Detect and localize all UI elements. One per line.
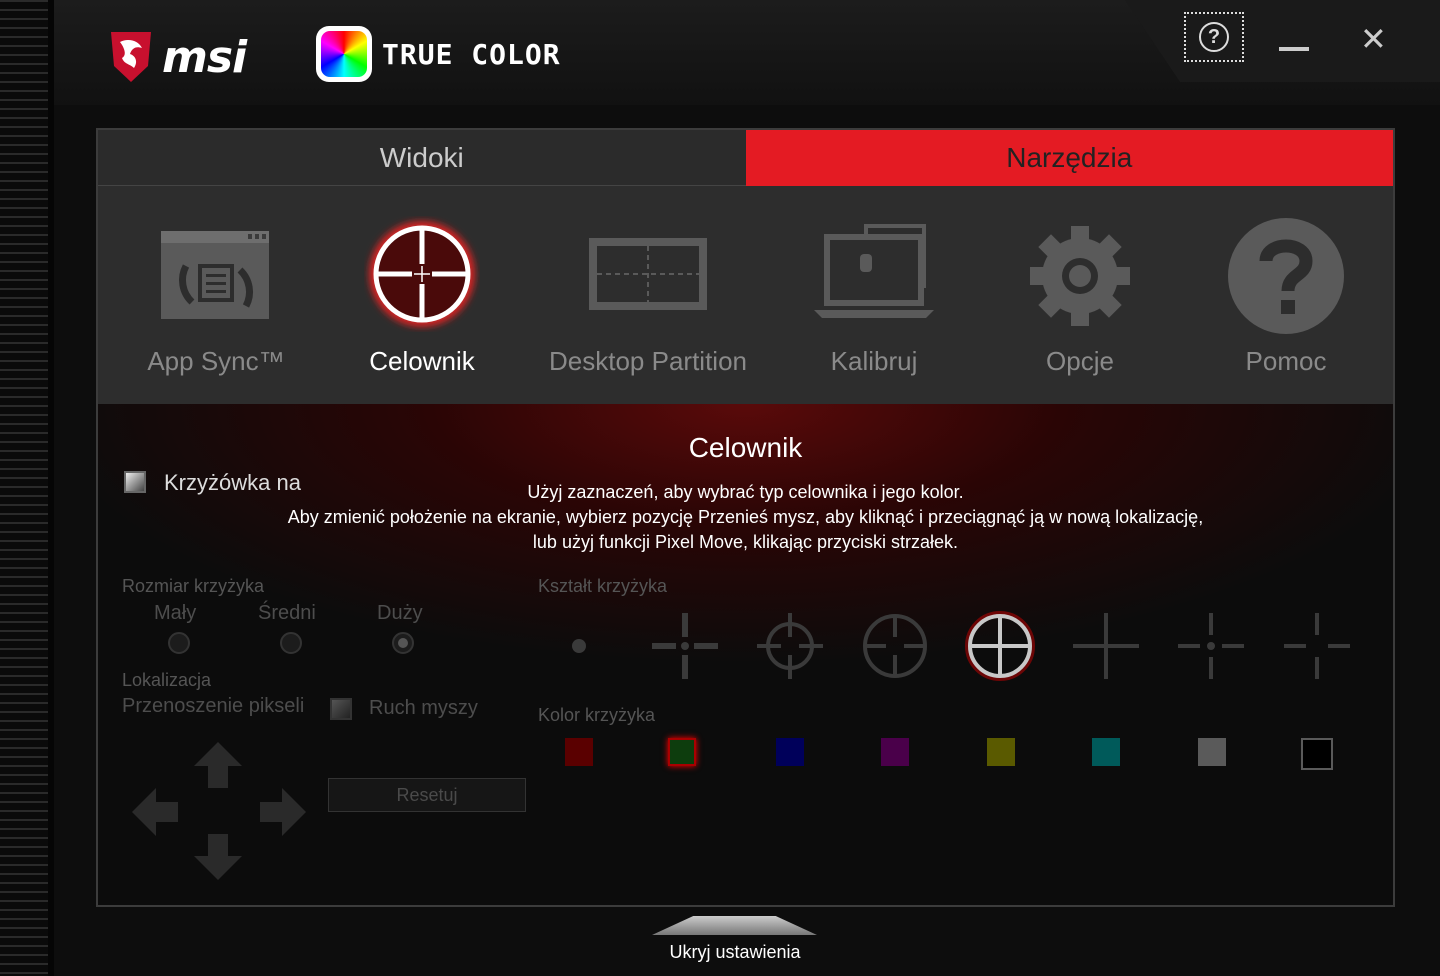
tool-label: App Sync™ bbox=[147, 346, 285, 376]
tool-label: Desktop Partition bbox=[549, 346, 747, 376]
tool-desktop-partition[interactable]: Desktop Partition bbox=[538, 186, 758, 404]
size-small-radio[interactable] bbox=[168, 632, 190, 654]
help-icon bbox=[1228, 218, 1344, 334]
window-controls bbox=[1125, 0, 1440, 82]
side-edge bbox=[48, 0, 54, 976]
shape-label: Kształt krzyżyka bbox=[538, 576, 668, 596]
app-window: msi TRUE COLOR ? ✕ Widoki Narzędzia App … bbox=[0, 0, 1440, 976]
shape-small-circle-option[interactable] bbox=[755, 611, 825, 681]
hide-settings-label[interactable]: Ukryj ustawienia bbox=[560, 942, 910, 963]
crosshair-settings: Celownik Użyj zaznaczeń, aby wybrać typ … bbox=[98, 404, 1393, 905]
shape-gap-cross-option[interactable] bbox=[650, 611, 720, 681]
color-swatch-yellow[interactable] bbox=[987, 738, 1015, 766]
help-button[interactable]: ? bbox=[1184, 12, 1244, 62]
tab-widoki[interactable]: Widoki bbox=[98, 130, 746, 186]
color-swatch-red[interactable] bbox=[565, 738, 593, 766]
product-title: TRUE COLOR bbox=[382, 38, 561, 71]
crosshair-enable-label: Krzyżówka na bbox=[164, 470, 301, 495]
tool-celownik[interactable]: Celownik bbox=[312, 186, 532, 404]
size-label: Rozmiar krzyżyka bbox=[122, 576, 265, 596]
shape-circle-option[interactable] bbox=[860, 611, 930, 681]
color-swatch-blue[interactable] bbox=[776, 738, 804, 766]
tool-label: Opcje bbox=[1046, 346, 1114, 376]
tools-toolbar: App Sync™ Celownik Desktop Partition Kal… bbox=[98, 186, 1393, 404]
section-title: Celownik bbox=[688, 432, 803, 463]
reset-button[interactable]: Resetuj bbox=[328, 778, 526, 812]
location-label: Lokalizacja bbox=[122, 670, 212, 690]
mouse-move-label: Ruch myszy bbox=[369, 697, 478, 719]
description-line-2: Aby zmienić położenie na ekranie, wybier… bbox=[287, 507, 1204, 527]
tool-kalibruj[interactable]: Kalibruj bbox=[764, 186, 984, 404]
arrow-up-button[interactable] bbox=[194, 742, 242, 788]
shape-circle-cross-option[interactable] bbox=[965, 611, 1035, 681]
brand-logo-text: msi bbox=[162, 32, 247, 83]
main-panel: Widoki Narzędzia App Sync™ Celownik Desk… bbox=[96, 128, 1395, 907]
arrow-down-button[interactable] bbox=[194, 834, 242, 880]
size-medium-label: Średni bbox=[258, 602, 316, 624]
tool-label: Kalibruj bbox=[830, 346, 918, 376]
mouse-move-checkbox[interactable] bbox=[330, 698, 352, 720]
question-icon: ? bbox=[1199, 22, 1229, 52]
arrow-left-button[interactable] bbox=[132, 788, 178, 836]
gear-icon bbox=[1030, 226, 1130, 326]
tab-narzedzia[interactable]: Narzędzia bbox=[745, 130, 1393, 186]
close-button[interactable]: ✕ bbox=[1360, 22, 1387, 56]
msi-dragon-logo bbox=[111, 32, 151, 82]
color-swatch-green[interactable] bbox=[668, 738, 696, 766]
size-small-label: Mały bbox=[154, 602, 197, 624]
true-color-icon bbox=[316, 26, 372, 82]
tool-label: Pomoc bbox=[1245, 346, 1327, 376]
size-large-radio[interactable] bbox=[392, 632, 414, 654]
pixel-move-label: Przenoszenie pikseli bbox=[122, 695, 305, 717]
side-stripes bbox=[0, 0, 48, 976]
shape-plus-option[interactable] bbox=[1071, 611, 1141, 681]
color-swatch-cyan[interactable] bbox=[1092, 738, 1120, 766]
app-sync-icon bbox=[161, 231, 269, 319]
size-large-label: Duży bbox=[377, 602, 423, 624]
hide-settings-arrow[interactable] bbox=[652, 916, 817, 935]
crosshair-icon bbox=[370, 222, 474, 326]
desktop-partition-icon bbox=[589, 238, 707, 310]
tool-label: Celownik bbox=[369, 346, 475, 376]
size-medium-radio[interactable] bbox=[280, 632, 302, 654]
minimize-button[interactable] bbox=[1279, 47, 1309, 51]
tool-pomoc[interactable]: Pomoc bbox=[1176, 186, 1396, 404]
color-swatch-purple[interactable] bbox=[881, 738, 909, 766]
arrow-right-button[interactable] bbox=[260, 788, 306, 836]
color-label: Kolor krzyżyka bbox=[538, 705, 656, 725]
color-swatch-gray[interactable] bbox=[1198, 738, 1226, 766]
color-swatch-black[interactable] bbox=[1301, 738, 1333, 770]
shape-open-cross-option[interactable] bbox=[1282, 611, 1352, 681]
tool-app-sync[interactable]: App Sync™ bbox=[106, 186, 326, 404]
shape-dot-cross-option[interactable] bbox=[1176, 611, 1246, 681]
calibrate-icon bbox=[814, 224, 934, 318]
tool-opcje[interactable]: Opcje bbox=[970, 186, 1190, 404]
tab-bar: Widoki Narzędzia bbox=[98, 130, 1393, 186]
shape-dot-option[interactable] bbox=[544, 611, 614, 681]
description-line-3: lub użyj funkcji Pixel Move, klikając pr… bbox=[532, 532, 959, 552]
crosshair-enable-checkbox[interactable] bbox=[124, 471, 146, 493]
